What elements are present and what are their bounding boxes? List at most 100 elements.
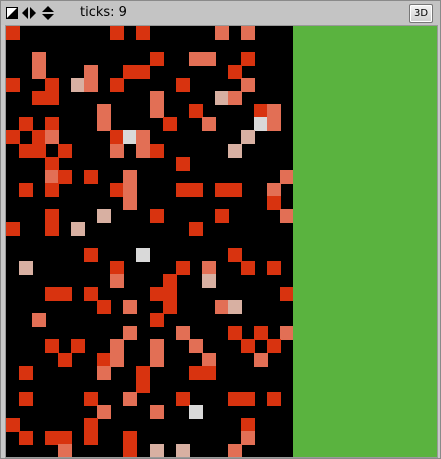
patch-cell: [188, 182, 203, 197]
patch-cell: [175, 326, 190, 341]
patch-cell: [227, 391, 242, 406]
patch-cell: [175, 261, 190, 276]
patch-cell: [45, 91, 60, 106]
patch-cell: [110, 261, 125, 276]
ticks-counter: ticks: 9: [80, 5, 127, 20]
patch-cell: [266, 104, 281, 119]
patch-cell: [19, 365, 34, 380]
patch-cell: [45, 169, 60, 184]
patch-cell: [45, 208, 60, 223]
patch-cell: [201, 117, 216, 132]
patch-cell: [110, 352, 125, 367]
patch-cell: [240, 339, 255, 354]
patch-cell: [123, 65, 138, 80]
patch-cell: [175, 443, 190, 457]
patch-cell: [214, 26, 229, 40]
patch-cell: [240, 430, 255, 445]
patch-cell: [110, 78, 125, 93]
patch-cell: [240, 391, 255, 406]
patch-cell: [123, 169, 138, 184]
patch-cell: [149, 143, 164, 158]
patch-cell: [136, 378, 151, 393]
patch-cell: [6, 78, 20, 93]
edit-shape-icon[interactable]: [5, 5, 19, 21]
patch-cell: [240, 52, 255, 67]
patch-cell: [279, 287, 293, 302]
patch-cell: [214, 208, 229, 223]
patch-cell: [97, 352, 112, 367]
patch-cell: [162, 287, 177, 302]
patch-cell: [201, 365, 216, 380]
patch-cell: [201, 352, 216, 367]
patch-cell: [97, 300, 112, 315]
patch-grid: [6, 26, 293, 457]
patch-cell: [266, 339, 281, 354]
view-3d-button[interactable]: 3D: [409, 4, 433, 23]
patch-cell: [84, 78, 99, 93]
patch-cell: [253, 104, 268, 119]
patch-cell: [58, 287, 73, 302]
patch-cell: [214, 300, 229, 315]
patch-cell: [58, 143, 73, 158]
patch-cell: [253, 326, 268, 341]
patch-cell: [201, 261, 216, 276]
patch-cell: [240, 261, 255, 276]
patch-cell: [227, 91, 242, 106]
patch-cell: [110, 143, 125, 158]
patch-cell: [45, 339, 60, 354]
patch-cell: [136, 130, 151, 145]
patch-cell: [110, 182, 125, 197]
patch-cell: [214, 182, 229, 197]
patch-cell: [19, 182, 34, 197]
patch-cell: [214, 91, 229, 106]
patch-cell: [123, 430, 138, 445]
patch-cell: [175, 391, 190, 406]
patch-cell: [123, 182, 138, 197]
patch-cell: [6, 221, 20, 236]
patch-cell: [110, 26, 125, 40]
patch-cell: [32, 143, 47, 158]
green-field-area: [293, 26, 437, 457]
patch-cell: [6, 26, 20, 40]
patch-cell: [240, 26, 255, 40]
patch-cell: [227, 182, 242, 197]
patch-cell: [149, 52, 164, 67]
patch-cell: [266, 391, 281, 406]
patch-cell: [19, 391, 34, 406]
patch-cell: [188, 404, 203, 419]
patch-cell: [97, 104, 112, 119]
patch-cell: [32, 313, 47, 328]
patch-cell: [162, 117, 177, 132]
patch-cell: [253, 117, 268, 132]
patch-cell: [71, 221, 86, 236]
patch-cell: [266, 261, 281, 276]
patch-cell: [149, 208, 164, 223]
patch-cell: [84, 287, 99, 302]
patch-cell: [6, 130, 20, 145]
patch-cell: [45, 130, 60, 145]
patch-cell: [58, 169, 73, 184]
patch-cell: [123, 443, 138, 457]
patch-cell: [279, 169, 293, 184]
patch-cell: [45, 117, 60, 132]
patch-cell: [149, 313, 164, 328]
patch-cell: [227, 65, 242, 80]
patch-cell: [149, 91, 164, 106]
left-right-arrows-icon[interactable]: [22, 5, 36, 21]
up-down-arrows-icon[interactable]: [41, 5, 55, 21]
patch-cell: [84, 417, 99, 432]
patch-cell: [149, 352, 164, 367]
patch-cell: [97, 208, 112, 223]
patch-cell: [97, 404, 112, 419]
patch-cell: [188, 221, 203, 236]
patch-cell: [149, 287, 164, 302]
patch-cell: [188, 365, 203, 380]
patch-cell: [279, 208, 293, 223]
patch-cell: [45, 78, 60, 93]
patch-cell: [84, 430, 99, 445]
patch-cell: [6, 417, 20, 432]
patch-cell: [266, 117, 281, 132]
world-view[interactable]: [5, 25, 438, 458]
patch-cell: [175, 182, 190, 197]
patch-cell: [188, 104, 203, 119]
